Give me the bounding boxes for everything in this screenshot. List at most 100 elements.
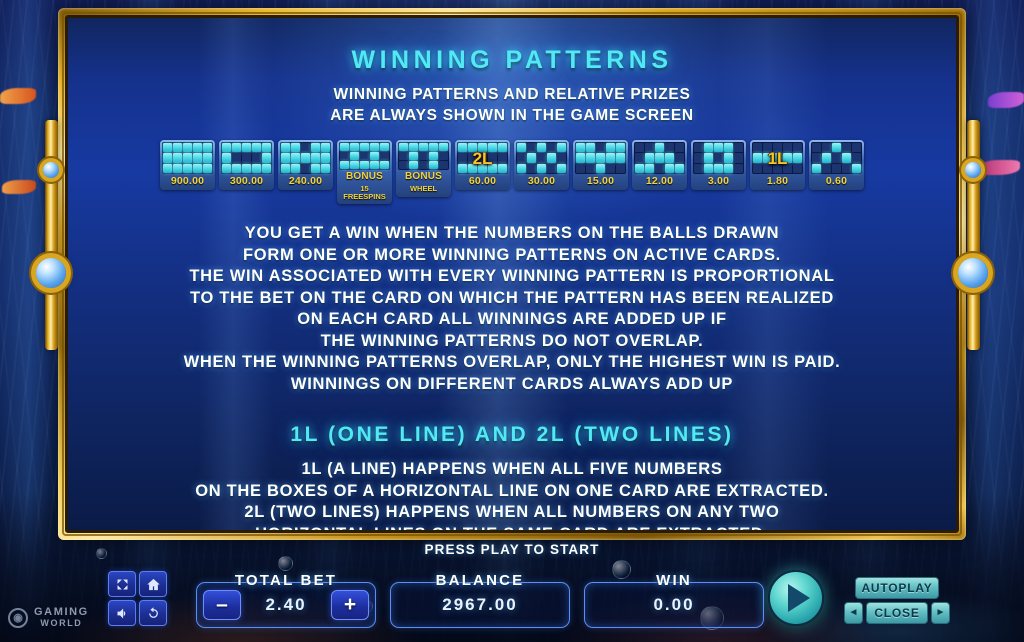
pattern-cell <box>586 163 595 173</box>
fullscreen-icon[interactable] <box>108 571 136 597</box>
pattern-cell <box>655 163 664 173</box>
next-page-arrow-icon[interactable]: ► <box>931 602 950 624</box>
pattern-grid <box>812 143 861 173</box>
pattern-grid-wrap <box>339 142 390 170</box>
pattern-cell <box>616 143 625 153</box>
pattern-cell <box>645 163 654 173</box>
pattern-cell <box>193 143 202 153</box>
pattern-cell <box>645 153 654 163</box>
pattern-cell <box>311 153 320 163</box>
pattern-grid-wrap <box>516 142 567 174</box>
pattern-cell <box>173 143 182 153</box>
pattern-cell <box>488 163 497 173</box>
pattern-cell <box>439 152 448 160</box>
pattern-cell <box>694 153 703 163</box>
pattern-cell <box>537 163 546 173</box>
pattern-cell <box>183 143 192 153</box>
pattern-prize-label: 60.00 <box>468 175 497 187</box>
pattern-cell <box>852 143 861 153</box>
pattern-grid-wrap <box>221 142 272 174</box>
pattern-cell <box>783 163 792 173</box>
sound-icon[interactable] <box>108 600 136 626</box>
ornament-gold-bar <box>45 120 58 350</box>
pattern-cell <box>193 163 202 173</box>
pattern-cell <box>478 153 487 163</box>
pattern-cell <box>704 163 713 173</box>
pattern-cell <box>498 153 507 163</box>
pattern-cell <box>537 153 546 163</box>
pattern-cell <box>724 163 733 173</box>
pattern-cell <box>252 153 261 163</box>
pattern-cell <box>557 153 566 163</box>
autoplay-button[interactable]: AUTOPLAY <box>855 577 939 599</box>
pattern-cell <box>380 152 389 160</box>
brand-logo: ◉ GAMING WORLD <box>8 606 89 628</box>
pattern-cell <box>606 163 615 173</box>
pattern-cell <box>183 153 192 163</box>
play-triangle-icon <box>788 584 810 612</box>
pattern-cell <box>370 143 379 151</box>
subtitle-line: ARE ALWAYS SHOWN IN THE GAME SCREEN <box>330 106 694 124</box>
bet-increase-button[interactable]: + <box>331 590 369 620</box>
pattern-cell <box>458 163 467 173</box>
pattern-cell <box>252 143 261 153</box>
pattern-cell <box>724 153 733 163</box>
brand-line-2: WORLD <box>40 617 83 628</box>
play-button[interactable] <box>768 570 824 626</box>
pattern-grid <box>399 143 448 169</box>
pattern-cell <box>832 163 841 173</box>
pattern-cell <box>842 163 851 173</box>
pattern-cell <box>635 143 644 153</box>
pattern-cell <box>793 153 802 163</box>
pattern-cell <box>675 153 684 163</box>
pattern-cell <box>773 163 782 173</box>
close-button[interactable]: CLOSE <box>866 602 928 624</box>
pattern-prize-label: 12.00 <box>645 175 674 187</box>
pattern-cell <box>822 143 831 153</box>
pattern-cell <box>281 143 290 153</box>
pattern-prize-label: 0.60 <box>825 175 848 187</box>
home-icon[interactable] <box>139 571 167 597</box>
pattern-cell <box>822 153 831 163</box>
pattern-frame: 300.00 <box>219 140 274 190</box>
win-label: WIN <box>656 572 692 589</box>
pattern-grid <box>340 143 389 169</box>
pattern-cell <box>773 153 782 163</box>
pattern-cell <box>675 143 684 153</box>
pattern-cell <box>370 152 379 160</box>
pattern-grid-wrap <box>162 142 213 174</box>
pattern-cell <box>734 163 743 173</box>
pattern-grid: 2L <box>458 143 507 173</box>
total-bet-field: TOTAL BET – 2.40 + <box>196 572 376 628</box>
pattern-cell <box>753 163 762 173</box>
pattern-prize-label: 900.00 <box>170 175 205 187</box>
body-line: FORM ONE OR MORE WINNING PATTERNS ON ACT… <box>243 245 781 264</box>
pattern-cell <box>753 153 762 163</box>
pattern-cell <box>655 153 664 163</box>
pattern-cell <box>842 143 851 153</box>
body-line: THE WINNING PATTERNS DO NOT OVERLAP. <box>320 331 704 350</box>
subtitle-line: WINNING PATTERNS AND RELATIVE PRIZES <box>333 86 691 103</box>
pattern-cell <box>665 153 674 163</box>
pattern-cell <box>281 163 290 173</box>
pattern-cell <box>576 153 585 163</box>
pattern-cell <box>222 153 231 163</box>
pattern-cell <box>399 143 408 151</box>
brand-line-1: GAMING <box>34 606 89 619</box>
pattern-cell <box>409 143 418 151</box>
pattern-cell <box>635 163 644 173</box>
pattern-prize-label: 1.80 <box>766 175 789 187</box>
pattern-cell <box>537 143 546 153</box>
pattern-cell <box>793 143 802 153</box>
pattern-cell <box>842 153 851 163</box>
pattern-cell <box>321 153 330 163</box>
body2-line: ON THE BOXES OF A HORIZONTAL LINE ON ONE… <box>195 481 829 500</box>
pattern-cell <box>301 163 310 173</box>
pattern-cell <box>291 163 300 173</box>
pattern-prize-label: 240.00 <box>288 175 323 187</box>
pattern-cell <box>232 153 241 163</box>
history-icon[interactable] <box>139 600 167 626</box>
pattern-cell <box>704 143 713 153</box>
prev-page-arrow-icon[interactable]: ◄ <box>844 602 863 624</box>
pattern-cell <box>222 143 231 153</box>
